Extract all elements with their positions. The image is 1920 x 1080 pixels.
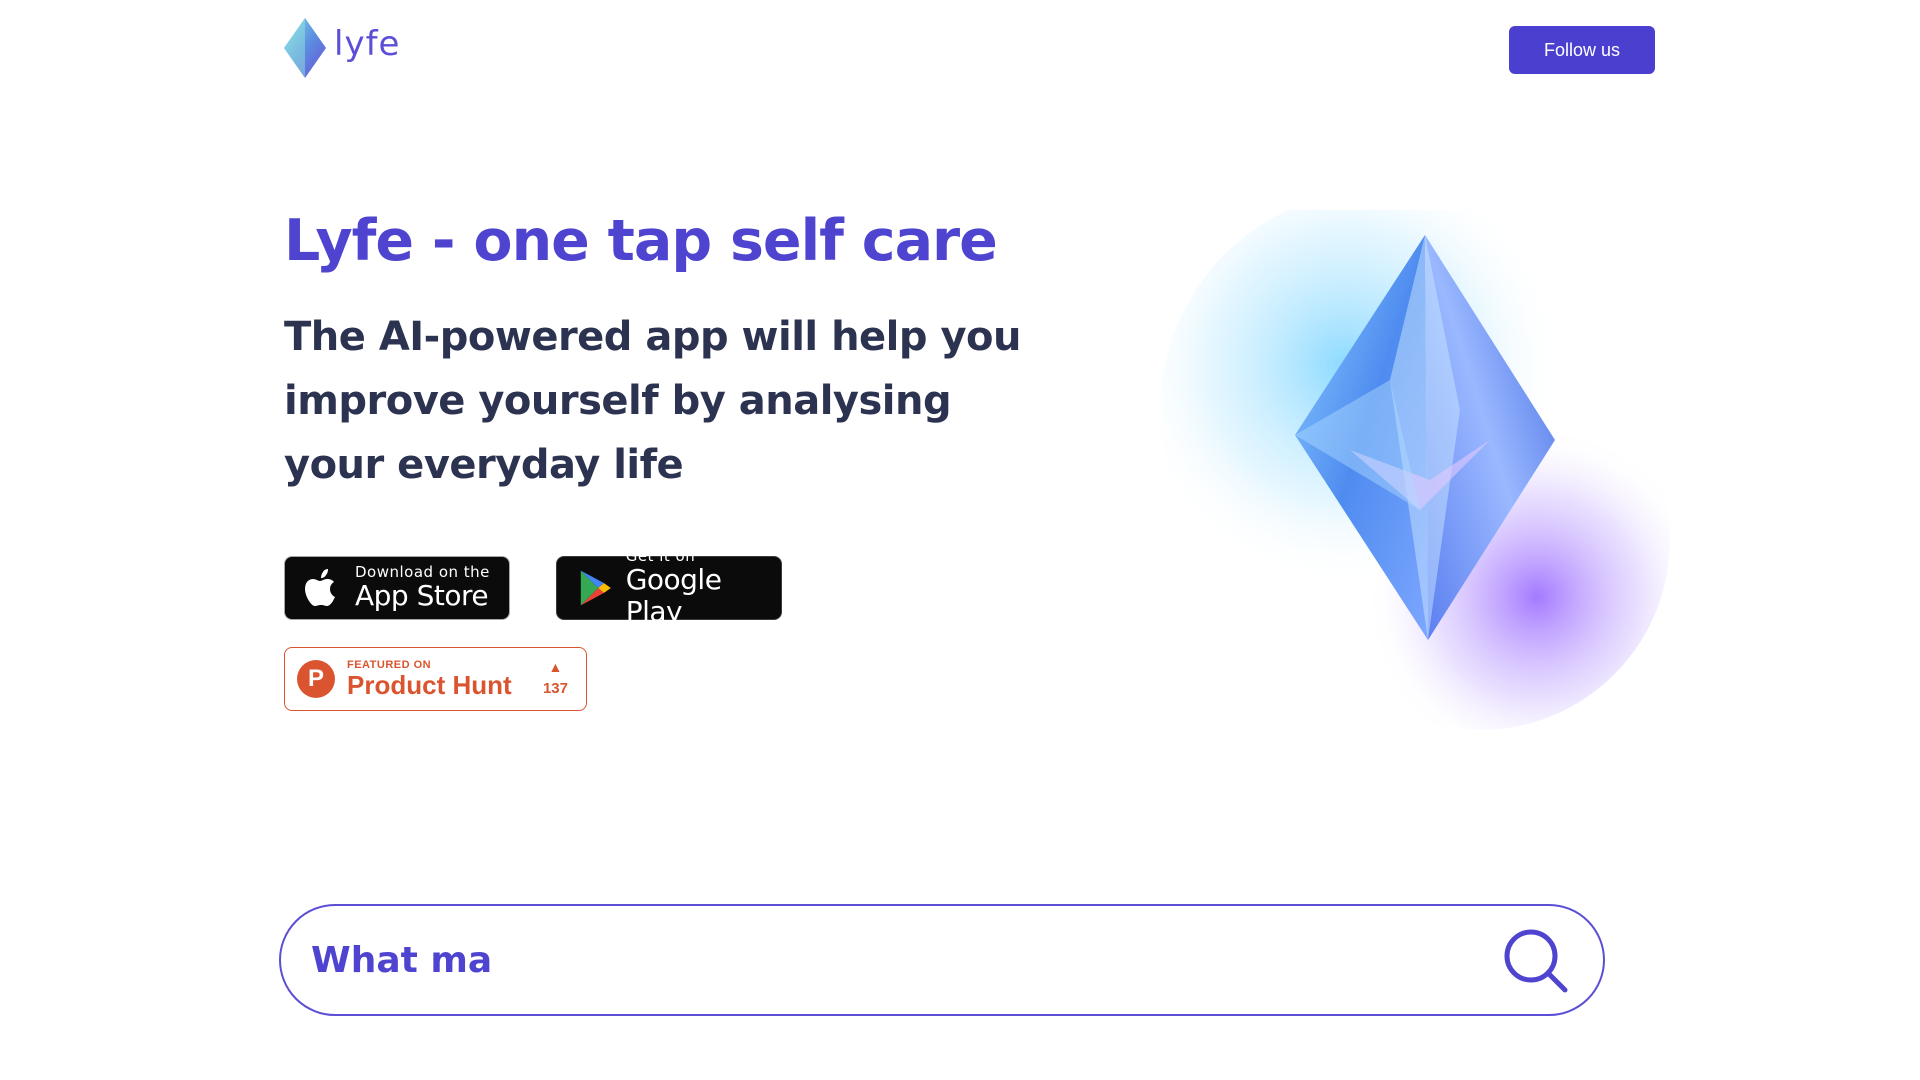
app-store-small-text: Download on the — [355, 563, 490, 581]
hero-title: Lyfe - one tap self care — [284, 208, 998, 274]
app-store-big-text: App Store — [355, 579, 489, 612]
app-store-button[interactable]: Download on the App Store — [284, 556, 510, 620]
upvote-arrow-icon: ▲ — [548, 659, 563, 675]
google-play-button[interactable]: Get it on Google Play — [556, 548, 782, 628]
follow-us-button[interactable]: Follow us — [1509, 26, 1655, 74]
logo-text: lyfe — [334, 24, 401, 64]
product-hunt-name: Product Hunt — [347, 670, 512, 700]
product-hunt-vote-count: 137 — [542, 680, 568, 697]
google-play-big-text: Google Play — [625, 563, 722, 628]
search-input[interactable] — [309, 929, 1463, 991]
google-play-small-text: Get it on — [625, 547, 696, 565]
lyfe-logo[interactable]: lyfe — [284, 18, 400, 78]
crystal-illustration — [1160, 210, 1670, 730]
google-play-icon — [580, 570, 611, 606]
apple-icon — [305, 569, 335, 606]
product-hunt-badge[interactable]: P FEATURED ON Product Hunt ▲ 137 — [284, 647, 587, 711]
search-bar — [279, 904, 1605, 1016]
search-icon[interactable] — [1501, 926, 1571, 996]
product-hunt-icon: P — [297, 660, 335, 698]
lyfe-gem-logo-icon — [284, 18, 326, 78]
site-header: lyfe Follow us — [0, 0, 1920, 100]
hero-subtitle: The AI-powered app will help you improve… — [284, 314, 1021, 488]
